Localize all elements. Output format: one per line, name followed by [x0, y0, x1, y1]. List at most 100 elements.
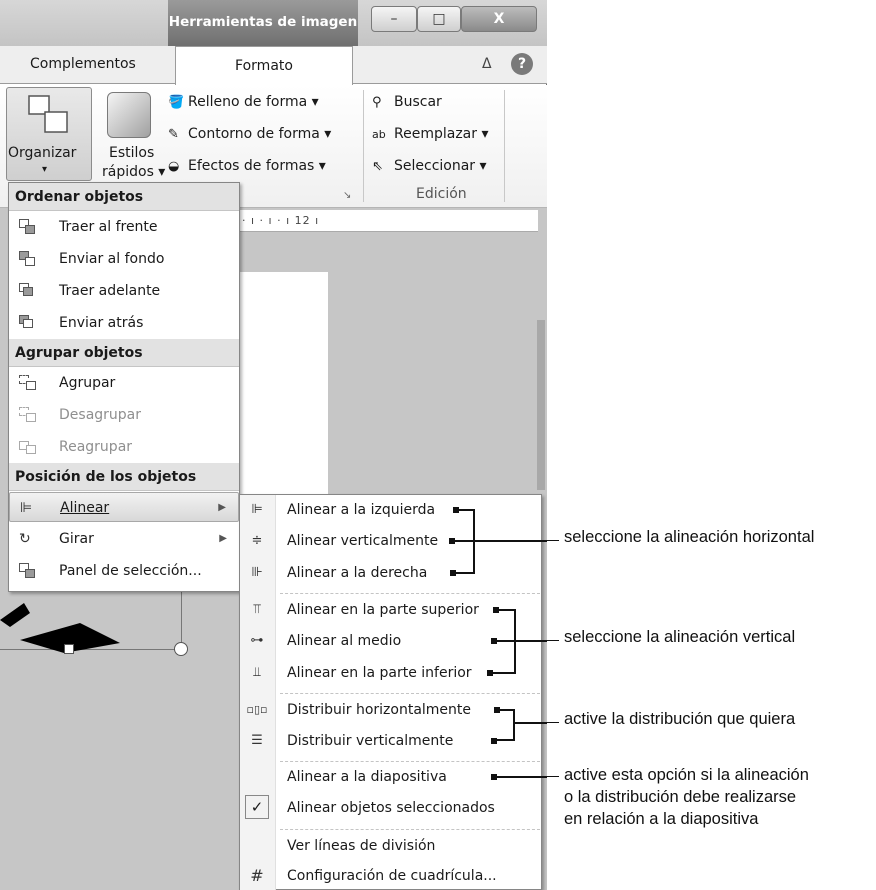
bring-to-front-icon	[19, 219, 37, 235]
menu-item-group[interactable]: Agrupar	[9, 368, 239, 398]
maximize-icon: □	[432, 11, 446, 27]
shape-effects-label: Efectos de formas ▾	[188, 158, 326, 174]
dialog-launcher-icon[interactable]: ↘	[343, 190, 351, 201]
minimize-icon: –	[390, 11, 398, 27]
distribute-vertical-icon: ☰	[251, 733, 263, 748]
group-icon	[19, 375, 37, 391]
help-icon[interactable]: ?	[511, 53, 533, 75]
collapse-ribbon-icon[interactable]: ᐃ	[482, 56, 492, 72]
align-center-icon: ≑	[251, 533, 263, 548]
close-button[interactable]: X	[461, 6, 537, 32]
effects-icon: ◒	[168, 159, 180, 174]
send-to-back-icon	[19, 251, 37, 267]
menu-item-align-top[interactable]: Alinear en la parte superior	[287, 600, 479, 620]
resize-handle[interactable]	[174, 642, 188, 656]
menu-item-bring-front[interactable]: Traer al frente	[9, 212, 239, 242]
selection-pane-label: Panel de selección...	[59, 563, 202, 579]
group-separator	[363, 90, 364, 202]
annotation-horizontal: seleccione la alineación horizontal	[564, 528, 815, 546]
align-left-icon: ⊫	[20, 500, 33, 516]
align-bottom-icon: ⫫	[253, 665, 261, 680]
find-button[interactable]: ⚲ Buscar	[372, 94, 442, 110]
tab-complementos[interactable]: Complementos	[30, 56, 136, 72]
estilos-label-2[interactable]: rápidos ▾	[102, 164, 165, 180]
replace-icon: ab	[372, 128, 386, 141]
connector-line	[491, 739, 515, 741]
menu-item-align-selected[interactable]: Alinear objetos seleccionados	[287, 798, 495, 818]
ungroup-label: Desagrupar	[59, 407, 142, 423]
menu-item-ungroup[interactable]: Desagrupar	[9, 400, 239, 430]
annotation-distribution: active la distribución que quiera	[564, 710, 796, 728]
replace-button[interactable]: ab Reemplazar ▾	[372, 126, 488, 142]
resize-handle-bottom[interactable]	[64, 644, 74, 654]
menu-item-grid-settings[interactable]: Configuración de cuadrícula...	[287, 866, 497, 886]
pencil-icon: ✎	[168, 127, 179, 142]
send-backward-label: Enviar atrás	[59, 315, 144, 331]
menu-item-align[interactable]: ⊫ Alinear ▶	[9, 492, 239, 522]
select-label: Seleccionar ▾	[394, 158, 487, 174]
minimize-button[interactable]: –	[371, 6, 417, 32]
bring-forward-label: Traer adelante	[59, 283, 161, 299]
menu-item-align-center[interactable]: Alinear verticalmente	[287, 531, 438, 551]
menu-item-rotate[interactable]: ↻ Girar ▶	[9, 524, 239, 554]
chevron-down-icon: ▾	[42, 164, 48, 175]
menu-item-align-slide[interactable]: Alinear a la diapositiva	[287, 767, 447, 787]
menu-item-bring-forward[interactable]: Traer adelante	[9, 276, 239, 306]
group-separator-2	[504, 90, 505, 202]
contextual-tab-label: Herramientas de imagen	[168, 0, 358, 46]
ungroup-icon	[19, 407, 37, 423]
submenu-arrow-icon: ▶	[218, 502, 226, 513]
regroup-icon	[19, 439, 37, 455]
menu-item-align-left[interactable]: Alinear a la izquierda	[287, 500, 435, 520]
vertical-scrollbar[interactable]	[537, 320, 545, 490]
maximize-button[interactable]: □	[417, 6, 461, 32]
annotation-vertical: seleccione la alineación vertical	[564, 628, 796, 646]
rotate-label: Girar	[59, 531, 94, 547]
menu-separator-2	[280, 693, 540, 694]
align-submenu	[239, 494, 542, 890]
shape-outline-label: Contorno de forma ▾	[188, 126, 332, 142]
connector-line	[513, 709, 515, 740]
connector-line	[491, 776, 547, 778]
leader-line	[547, 540, 559, 541]
shape-outline-button[interactable]: ✎ Contorno de forma ▾	[168, 126, 331, 142]
menu-header-group: Agrupar objetos	[9, 339, 239, 367]
organizar-label: Organizar	[8, 145, 77, 161]
connector-line	[487, 672, 516, 674]
slide-page	[240, 272, 328, 502]
menu-item-selection-pane[interactable]: Panel de selección...	[9, 556, 239, 586]
submenu-icon-gutter	[240, 495, 276, 890]
paint-bucket-icon: 🪣	[168, 95, 185, 110]
menu-item-align-right[interactable]: Alinear a la derecha	[287, 563, 427, 583]
group-label: Agrupar	[59, 375, 116, 391]
menu-separator-4	[280, 829, 540, 830]
quick-styles-icon[interactable]	[107, 92, 151, 138]
arrange-icon	[28, 95, 68, 133]
find-label: Buscar	[394, 94, 442, 110]
editing-group-label: Edición	[416, 186, 467, 202]
shape-fill-button[interactable]: 🪣 Relleno de forma ▾	[168, 94, 319, 110]
menu-item-regroup[interactable]: Reagrupar	[9, 432, 239, 462]
select-button[interactable]: ⇖ Seleccionar ▾	[372, 158, 487, 174]
shape-effects-button[interactable]: ◒ Efectos de formas ▾	[168, 158, 326, 174]
align-middle-icon: ⊶	[250, 633, 264, 648]
menu-item-send-backward[interactable]: Enviar atrás	[9, 308, 239, 338]
grid-icon: #	[250, 866, 264, 885]
annotation-slide-3: en relación a la diapositiva	[564, 810, 759, 828]
estilos-label[interactable]: Estilos	[109, 145, 154, 161]
menu-item-distribute-h[interactable]: Distribuir horizontalmente	[287, 700, 471, 720]
menu-item-view-gridlines[interactable]: Ver líneas de división	[287, 836, 435, 856]
annotation-slide-1: active esta opción si la alineación	[564, 766, 809, 784]
connector-line	[453, 509, 474, 511]
menu-item-send-back[interactable]: Enviar al fondo	[9, 244, 239, 274]
ruler: · ı · ı · ı 12 ı	[238, 210, 538, 232]
menu-item-distribute-v[interactable]: Distribuir verticalmente	[287, 731, 453, 751]
align-left-icon: ⊫	[251, 502, 263, 517]
bring-forward-icon	[19, 283, 37, 299]
menu-item-align-bottom[interactable]: Alinear en la parte inferior	[287, 663, 472, 683]
tab-formato[interactable]: Formato	[175, 46, 353, 85]
align-top-icon: ⫪	[253, 602, 261, 617]
menu-item-align-middle[interactable]: Alinear al medio	[287, 631, 401, 651]
menu-header-order: Ordenar objetos	[9, 183, 239, 211]
connector-line	[449, 540, 547, 542]
